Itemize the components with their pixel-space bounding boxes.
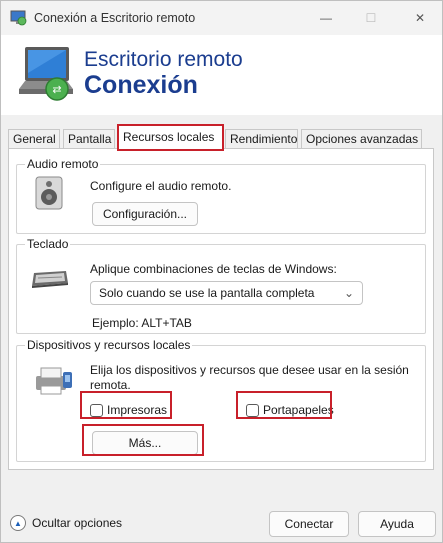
header-title-line1: Escritorio remoto	[84, 48, 243, 71]
maximize-button[interactable]: ☐	[356, 7, 386, 29]
group-legend-devices: Dispositivos y recursos locales	[25, 338, 193, 352]
rdp-app-icon	[10, 10, 28, 26]
tab-rendimiento[interactable]: Rendimiento	[225, 129, 298, 149]
close-button[interactable]: ✕	[405, 7, 435, 29]
printers-checkbox-row[interactable]: Impresoras	[90, 403, 167, 417]
chevron-down-icon: ⌄	[343, 286, 354, 300]
tab-recursos-locales[interactable]: Recursos locales	[117, 124, 224, 151]
header-title-line2: Conexión	[84, 71, 198, 99]
keyboard-select-value: Solo cuando se use la pantalla completa	[99, 286, 315, 300]
keyboard-icon	[30, 269, 70, 292]
group-dispositivos: Dispositivos y recursos locales Elija lo…	[16, 338, 426, 462]
group-audio-remoto: Audio remoto Configure el audio remoto. …	[16, 157, 426, 234]
keyboard-example: Ejemplo: ALT+TAB	[92, 316, 192, 330]
chevron-up-icon[interactable]: ▲	[10, 515, 26, 531]
tab-strip: General Pantalla Recursos locales Rendim…	[8, 124, 434, 151]
window-title: Conexión a Escritorio remoto	[34, 11, 196, 25]
printers-label[interactable]: Impresoras	[107, 403, 167, 417]
tab-opciones-avanzadas[interactable]: Opciones avanzadas	[301, 129, 422, 149]
header-banner: ⇄ Escritorio remoto Conexión	[1, 35, 442, 115]
speaker-icon	[32, 175, 66, 214]
group-legend-keyboard: Teclado	[25, 237, 71, 251]
more-devices-button[interactable]: Más...	[92, 431, 198, 455]
clipboard-checkbox-row[interactable]: Portapapeles	[246, 403, 334, 417]
tab-pantalla[interactable]: Pantalla	[63, 129, 115, 149]
printer-devices-icon	[33, 364, 73, 399]
svg-text:⇄: ⇄	[52, 83, 61, 96]
remote-desktop-monitor-icon: ⇄	[17, 43, 75, 103]
audio-settings-button[interactable]: Configuración...	[92, 202, 198, 226]
hide-options-toggle[interactable]: ▲ Ocultar opciones	[10, 515, 122, 531]
minimize-button[interactable]: —	[311, 7, 341, 29]
clipboard-label[interactable]: Portapapeles	[263, 403, 334, 417]
audio-description: Configure el audio remoto.	[90, 179, 232, 193]
connect-button[interactable]: Conectar	[269, 511, 349, 537]
keyboard-description: Aplique combinaciones de teclas de Windo…	[90, 262, 337, 276]
clipboard-checkbox[interactable]	[246, 403, 259, 417]
group-teclado: Teclado Aplique combinaciones de teclas …	[16, 237, 426, 334]
group-legend-audio: Audio remoto	[25, 157, 101, 171]
devices-description-line2: remota.	[90, 378, 131, 392]
hide-options-label[interactable]: Ocultar opciones	[32, 516, 122, 530]
help-button[interactable]: Ayuda	[358, 511, 436, 537]
devices-description-line1: Elija los dispositivos y recursos que de…	[90, 363, 409, 377]
title-bar[interactable]: Conexión a Escritorio remoto — ☐ ✕	[1, 1, 442, 35]
printers-checkbox[interactable]	[90, 403, 103, 417]
rdp-window: Conexión a Escritorio remoto — ☐ ✕ ⇄ Esc…	[0, 0, 443, 543]
tab-general[interactable]: General	[8, 129, 60, 149]
keyboard-combination-select[interactable]: Solo cuando se use la pantalla completa …	[90, 281, 363, 305]
tab-panel-recursos-locales: Audio remoto Configure el audio remoto. …	[8, 148, 434, 470]
